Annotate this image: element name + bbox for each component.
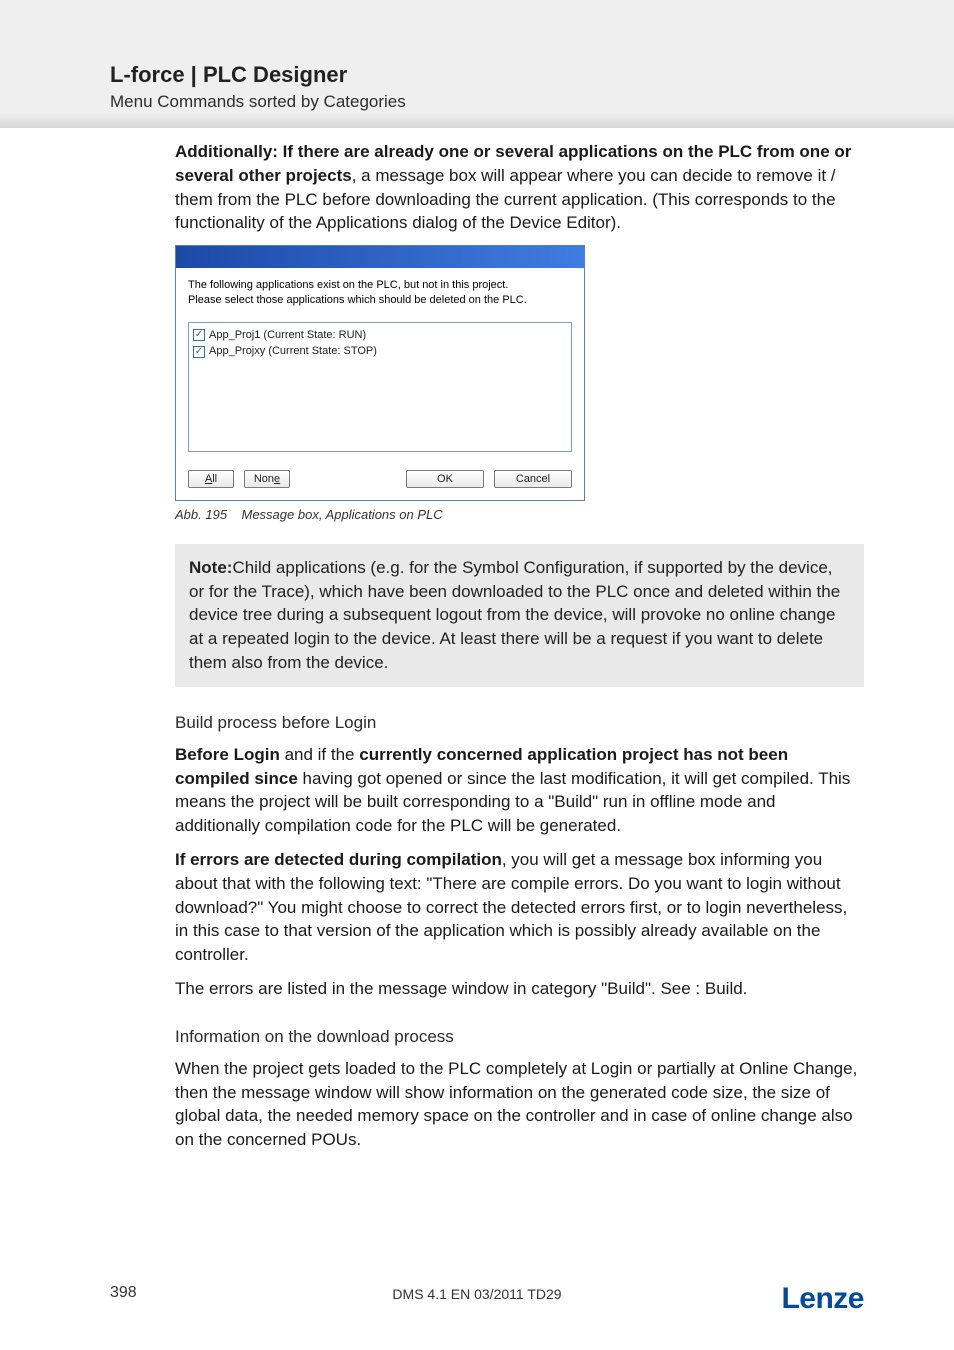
checkbox-icon[interactable] [193,329,205,341]
spacer [300,470,396,488]
doc-subtitle: Menu Commands sorted by Categories [110,92,864,112]
dialog-figure: The following applications exist on the … [175,245,864,522]
plain-text: and if the [280,745,359,764]
caption-text: Message box, Applications on PLC [242,507,443,522]
page: L-force | PLC Designer Menu Commands sor… [0,0,954,1350]
caption-label: Abb. 195 [175,507,227,522]
dialog-button-row: All None OK Cancel [188,470,572,488]
list-item[interactable]: App_Projxy (Current State: STOP) [193,343,567,360]
header: L-force | PLC Designer Menu Commands sor… [110,50,864,112]
build-paragraph-1: Before Login and if the currently concer… [175,743,864,838]
dialog-titlebar [176,246,584,268]
figure-caption: Abb. 195 Message box, Applications on PL… [175,507,864,522]
dialog-list[interactable]: App_Proj1 (Current State: RUN) App_Projx… [188,322,572,452]
bold-text: Before Login [175,745,280,764]
build-paragraph-2: If errors are detected during compilatio… [175,848,864,967]
build-heading: Build process before Login [175,713,864,733]
cancel-button[interactable]: Cancel [494,470,572,488]
note-label: Note: [189,558,232,577]
all-button[interactable]: All [188,470,234,488]
download-heading: Information on the download process [175,1027,864,1047]
btn-text: e [274,473,280,485]
list-item-label: App_Proj1 (Current State: RUN) [209,327,366,344]
doc-title: L-force | PLC Designer [110,62,864,88]
btn-text: Non [254,473,274,485]
ok-button[interactable]: OK [406,470,484,488]
dialog-text-line2: Please select those applications which s… [188,294,527,306]
content-area: Additionally: If there are already one o… [175,140,864,1152]
bold-text: If errors are detected during compilatio… [175,850,502,869]
message-box: The following applications exist on the … [175,245,585,501]
checkbox-icon[interactable] [193,346,205,358]
note-box: Note:Child applications (e.g. for the Sy… [175,544,864,687]
build-paragraph-3: The errors are listed in the message win… [175,977,864,1001]
intro-paragraph: Additionally: If there are already one o… [175,140,864,235]
dialog-body: The following applications exist on the … [176,268,584,500]
download-paragraph-1: When the project gets loaded to the PLC … [175,1057,864,1152]
brand-logo: Lenze [781,1282,864,1316]
btn-text: l [215,473,217,485]
list-item-label: App_Projxy (Current State: STOP) [209,343,377,360]
none-button[interactable]: None [244,470,290,488]
dialog-instruction: The following applications exist on the … [188,278,572,308]
note-text: Child applications (e.g. for the Symbol … [189,558,840,672]
list-item[interactable]: App_Proj1 (Current State: RUN) [193,327,567,344]
dialog-text-line1: The following applications exist on the … [188,279,508,291]
